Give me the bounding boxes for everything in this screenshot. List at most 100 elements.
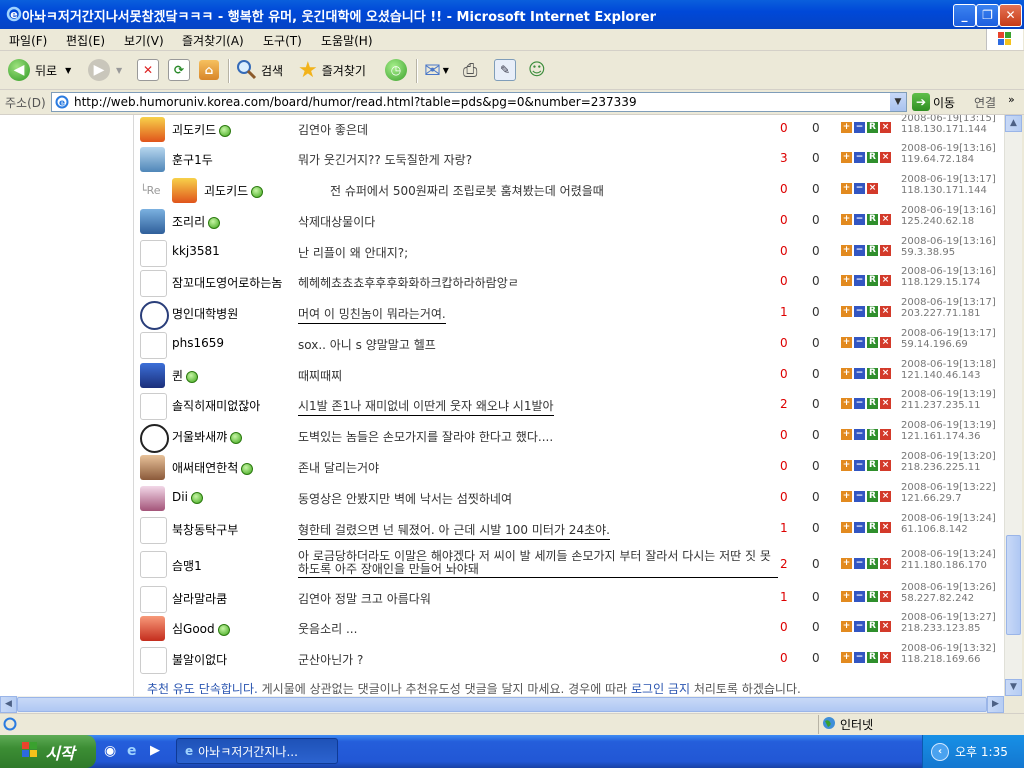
back-dropdown-icon[interactable]: ▼ <box>65 66 71 75</box>
links-label[interactable]: 연결 <box>974 94 996 111</box>
oppose-icon[interactable]: − <box>854 337 865 348</box>
recommend-icon[interactable]: + <box>841 275 852 286</box>
scroll-left-icon[interactable]: ◀ <box>0 696 17 713</box>
forward-button[interactable]: ▶ ▼ <box>88 57 122 83</box>
user-avatar[interactable] <box>140 455 165 480</box>
quicklaunch-media-icon[interactable]: ▶ <box>150 743 160 758</box>
reply-icon[interactable]: R <box>867 621 878 632</box>
user-avatar[interactable] <box>140 270 167 297</box>
reply-icon[interactable]: R <box>867 591 878 602</box>
delete-icon[interactable]: × <box>880 306 891 317</box>
recommend-icon[interactable]: + <box>841 152 852 163</box>
favorites-button[interactable]: ★ 즐겨찾기 <box>298 57 366 83</box>
delete-icon[interactable]: × <box>880 460 891 471</box>
user-nickname[interactable]: 거울봐새꺄 <box>172 428 243 445</box>
delete-icon[interactable]: × <box>880 275 891 286</box>
delete-icon[interactable]: × <box>880 368 891 379</box>
quicklaunch-desktop-icon[interactable]: ◉ <box>104 743 116 759</box>
delete-icon[interactable]: × <box>880 245 891 256</box>
recommend-icon[interactable]: + <box>841 183 852 194</box>
user-avatar[interactable] <box>140 551 167 578</box>
oppose-icon[interactable]: − <box>854 122 865 133</box>
links-chevron-icon[interactable]: » <box>1008 93 1015 106</box>
reply-icon[interactable]: R <box>867 522 878 533</box>
oppose-icon[interactable]: − <box>854 245 865 256</box>
user-nickname[interactable]: 괴도키드 <box>204 182 264 199</box>
reply-icon[interactable]: R <box>867 214 878 225</box>
oppose-icon[interactable]: − <box>854 522 865 533</box>
print-button[interactable]: ⎙ <box>463 57 477 83</box>
user-avatar[interactable] <box>140 301 169 330</box>
user-nickname[interactable]: Dii <box>172 490 203 504</box>
recommend-icon[interactable]: + <box>841 491 852 502</box>
oppose-icon[interactable]: − <box>854 183 865 194</box>
menu-favorites[interactable]: 즐겨찾기(A) <box>182 32 244 49</box>
user-nickname[interactable]: kkj3581 <box>172 244 220 258</box>
user-nickname[interactable]: 애써태연한척 <box>172 459 254 476</box>
menu-view[interactable]: 보기(V) <box>124 32 164 49</box>
recommend-icon[interactable]: + <box>841 122 852 133</box>
minimize-button[interactable]: _ <box>953 4 976 27</box>
reply-icon[interactable]: R <box>867 491 878 502</box>
scroll-right-icon[interactable]: ▶ <box>987 696 1004 713</box>
refresh-button[interactable]: ⟳ <box>168 57 190 83</box>
menu-tools[interactable]: 도구(T) <box>263 32 302 49</box>
reply-icon[interactable]: R <box>867 275 878 286</box>
horizontal-scrollbar[interactable]: ◀ ▶ <box>0 696 1004 713</box>
reply-icon[interactable]: R <box>867 306 878 317</box>
menu-help[interactable]: 도움말(H) <box>321 32 373 49</box>
user-avatar[interactable] <box>140 517 167 544</box>
user-avatar[interactable] <box>140 147 165 172</box>
vertical-scroll-thumb[interactable] <box>1006 535 1021 635</box>
recommend-icon[interactable]: + <box>841 214 852 225</box>
scroll-up-icon[interactable]: ▲ <box>1005 115 1022 132</box>
quicklaunch-ie-icon[interactable]: e <box>127 743 137 759</box>
recommend-icon[interactable]: + <box>841 522 852 533</box>
edit-button[interactable]: ✎ <box>494 57 516 83</box>
user-avatar[interactable] <box>140 209 165 234</box>
oppose-icon[interactable]: − <box>854 591 865 602</box>
recommend-icon[interactable]: + <box>841 652 852 663</box>
messenger-button[interactable]: ☺ <box>528 57 546 83</box>
oppose-icon[interactable]: − <box>854 152 865 163</box>
menu-edit[interactable]: 편집(E) <box>66 32 105 49</box>
user-nickname[interactable]: 괴도키드 <box>172 121 232 138</box>
delete-icon[interactable]: × <box>867 183 878 194</box>
back-button[interactable]: ◀ 뒤로 ▼ <box>8 57 71 83</box>
oppose-icon[interactable]: − <box>854 558 865 569</box>
user-nickname[interactable]: 퀸 <box>172 367 199 384</box>
user-avatar[interactable] <box>140 363 165 388</box>
stop-button[interactable]: ✕ <box>137 57 159 83</box>
mail-button[interactable]: ✉ ▼ <box>424 57 449 83</box>
oppose-icon[interactable]: − <box>854 275 865 286</box>
reply-icon[interactable]: R <box>867 337 878 348</box>
oppose-icon[interactable]: − <box>854 652 865 663</box>
recommend-icon[interactable]: + <box>841 306 852 317</box>
reply-icon[interactable]: R <box>867 368 878 379</box>
mail-dropdown-icon[interactable]: ▼ <box>443 66 449 75</box>
reply-icon[interactable]: R <box>867 652 878 663</box>
user-nickname[interactable]: 명인대학병원 <box>172 305 238 322</box>
user-nickname[interactable]: 심Good <box>172 620 230 637</box>
user-avatar[interactable] <box>140 616 165 641</box>
user-nickname[interactable]: 조리리 <box>172 213 221 230</box>
oppose-icon[interactable]: − <box>854 306 865 317</box>
home-button[interactable]: ⌂ <box>199 57 219 83</box>
delete-icon[interactable]: × <box>880 591 891 602</box>
delete-icon[interactable]: × <box>880 652 891 663</box>
oppose-icon[interactable]: − <box>854 460 865 471</box>
oppose-icon[interactable]: − <box>854 429 865 440</box>
oppose-icon[interactable]: − <box>854 491 865 502</box>
delete-icon[interactable]: × <box>880 214 891 225</box>
reply-icon[interactable]: R <box>867 460 878 471</box>
go-button[interactable]: ➔ 이동 <box>912 93 955 111</box>
recommend-icon[interactable]: + <box>841 460 852 471</box>
delete-icon[interactable]: × <box>880 122 891 133</box>
menu-file[interactable]: 파일(F) <box>9 32 47 49</box>
delete-icon[interactable]: × <box>880 522 891 533</box>
user-nickname[interactable]: 살라말라쿰 <box>172 590 227 607</box>
oppose-icon[interactable]: − <box>854 621 865 632</box>
user-nickname[interactable]: 솔직히재미없잖아 <box>172 397 260 414</box>
user-avatar[interactable] <box>140 586 167 613</box>
user-nickname[interactable]: 북창동탁구부 <box>172 521 238 538</box>
